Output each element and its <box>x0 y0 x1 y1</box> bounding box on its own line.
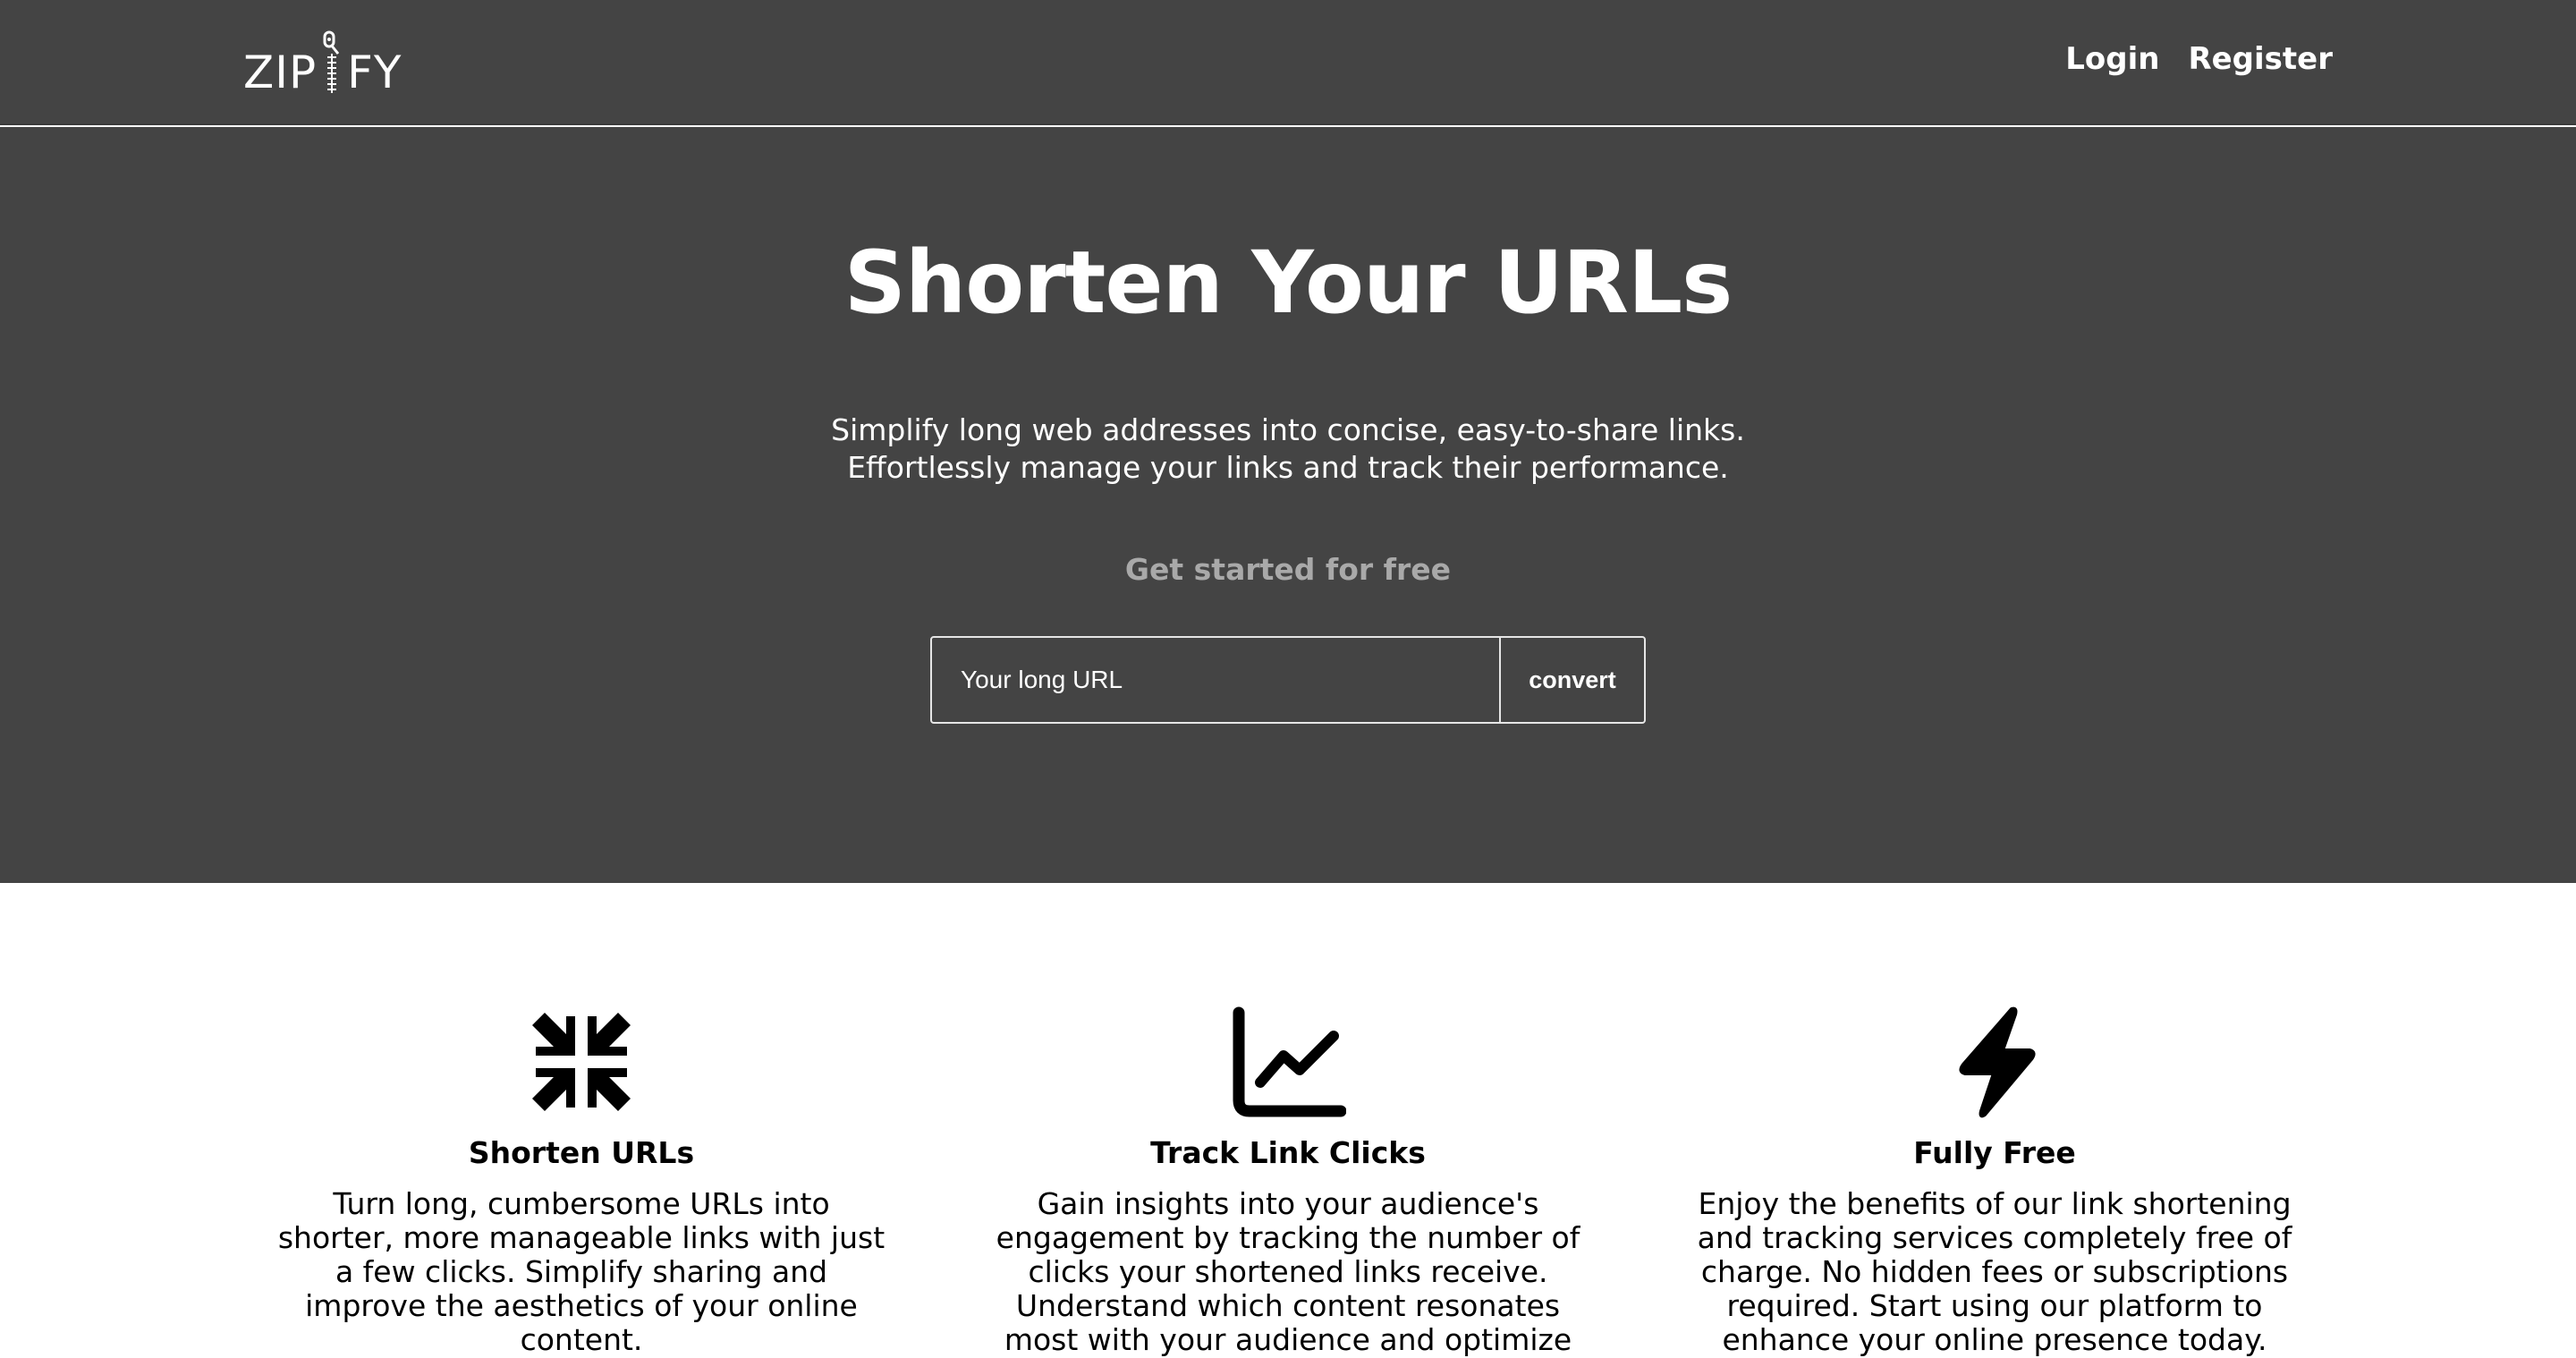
zipfy-logo[interactable]: ZIP FY <box>243 30 402 98</box>
hero-subtitle-line-2: Effortlessly manage your links and track… <box>847 450 1729 485</box>
login-link[interactable]: Login <box>2065 41 2159 77</box>
long-url-input[interactable] <box>932 638 1499 722</box>
register-link[interactable]: Register <box>2188 41 2333 77</box>
feature-title: Shorten URLs <box>468 1135 695 1170</box>
features-section: Shorten URLs Turn long, cumbersome URLs … <box>0 883 2576 1358</box>
site-header: ZIP FY Login Register <box>0 0 2576 125</box>
feature-title: Track Link Clicks <box>1150 1135 1426 1170</box>
line-chart-icon <box>975 1004 1601 1120</box>
feature-description: Turn long, cumbersome URLs into shorter,… <box>277 1186 886 1357</box>
shorten-url-form: convert <box>930 636 1646 724</box>
feature-description: Enjoy the benefits of our link shortenin… <box>1697 1186 2292 1357</box>
feature-description: Gain insights into your audience's engag… <box>996 1186 1580 1358</box>
hero-section: Shorten Your URLs Simplify long web addr… <box>0 127 2576 883</box>
convert-button[interactable]: convert <box>1499 638 1644 722</box>
feature-title: Fully Free <box>1913 1135 2076 1170</box>
hero-subtitle-line-1: Simplify long web addresses into concise… <box>831 412 1745 447</box>
compress-arrows-icon <box>268 1004 894 1120</box>
lightning-bolt-icon <box>1682 1004 2308 1120</box>
hero-subtitle: Simplify long web addresses into concise… <box>0 412 2576 487</box>
zipper-icon <box>318 30 345 95</box>
page: ZIP FY Login Register Shorten Your URLs <box>0 0 2576 1358</box>
hero-title: Shorten Your URLs <box>843 233 1733 333</box>
get-started-text: Get started for free <box>1124 552 1452 587</box>
logo-text-right: FY <box>347 47 402 98</box>
header-nav: Login Register <box>2065 41 2333 77</box>
logo-text-left: ZIP <box>243 47 318 98</box>
